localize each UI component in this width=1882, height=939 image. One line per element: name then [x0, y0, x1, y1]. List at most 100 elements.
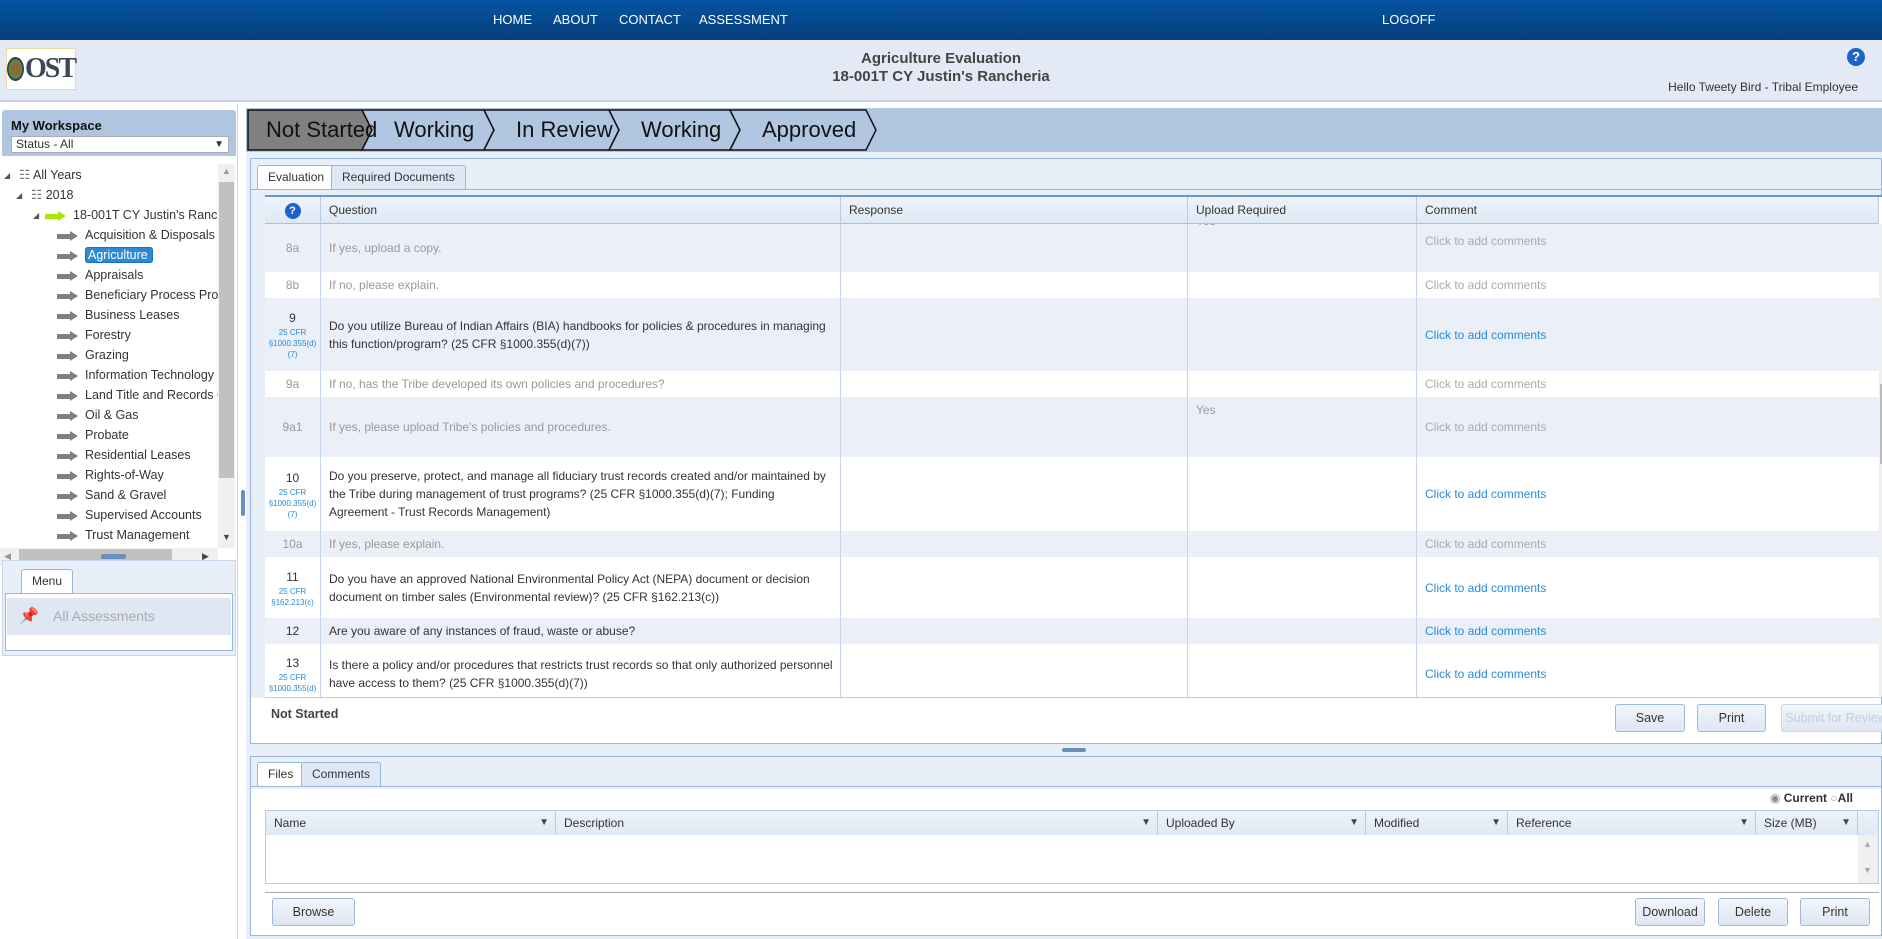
- radio-current[interactable]: ◉: [1770, 791, 1780, 805]
- download-button[interactable]: Download: [1635, 898, 1705, 926]
- tree-node-land-title-and-records-office[interactable]: Land Title and Records Office: [57, 386, 218, 404]
- tree-node-year[interactable]: ☷ 2018: [31, 186, 74, 204]
- scroll-down-icon[interactable]: ▼: [222, 532, 231, 542]
- filter-icon[interactable]: ▼: [539, 811, 549, 835]
- tree-node-rights-of-way[interactable]: Rights-of-Way: [57, 466, 164, 484]
- response-cell[interactable]: [841, 224, 1188, 272]
- help-icon[interactable]: ?: [284, 203, 301, 219]
- radio-all[interactable]: ○: [1830, 791, 1837, 805]
- response-cell[interactable]: [841, 531, 1188, 557]
- splitter-handle[interactable]: [101, 554, 126, 559]
- header-help[interactable]: ?: [265, 197, 321, 224]
- cfr-reference-link[interactable]: 25 CFR §1000.355(d): [265, 672, 320, 694]
- menu-item-all-assessments[interactable]: 📌 All Assessments: [7, 598, 231, 635]
- comment-cell[interactable]: Click to add comments: [1417, 531, 1879, 557]
- response-cell[interactable]: [841, 371, 1188, 397]
- files-header-reference[interactable]: Reference ▼: [1508, 811, 1756, 835]
- response-cell[interactable]: [841, 557, 1188, 618]
- add-comment-link[interactable]: Click to add comments: [1425, 579, 1546, 597]
- comment-cell[interactable]: Click to add comments: [1417, 557, 1879, 618]
- comment-cell[interactable]: Click to add comments: [1417, 371, 1879, 397]
- nav-about[interactable]: ABOUT: [553, 12, 598, 27]
- status-filter-select[interactable]: Status - All ▼: [11, 136, 229, 153]
- nav-home[interactable]: HOME: [493, 12, 532, 27]
- comment-cell[interactable]: Click to add comments: [1417, 397, 1879, 457]
- filter-icon[interactable]: ▼: [1841, 811, 1851, 835]
- filter-icon[interactable]: ▼: [1739, 811, 1749, 835]
- tree-node-beneficiary-process-program[interactable]: Beneficiary Process Program: [57, 286, 218, 304]
- comment-cell[interactable]: Click to add comments: [1417, 272, 1879, 298]
- print-button[interactable]: Print: [1697, 704, 1766, 732]
- header-question[interactable]: Question: [321, 197, 841, 224]
- tree-node-grazing[interactable]: Grazing: [57, 346, 129, 364]
- header-upload-required[interactable]: Upload Required: [1188, 197, 1417, 224]
- add-comment-link[interactable]: Click to add comments: [1425, 326, 1546, 344]
- files-header-size-mb-[interactable]: Size (MB) ▼: [1756, 811, 1858, 835]
- files-header-description[interactable]: Description ▼: [556, 811, 1158, 835]
- add-comment-link[interactable]: Click to add comments: [1425, 665, 1546, 683]
- horizontal-splitter-handle[interactable]: [1062, 748, 1086, 752]
- nav-logoff[interactable]: LOGOFF: [1382, 12, 1435, 27]
- tree-node-business-leases[interactable]: Business Leases: [57, 306, 180, 324]
- response-cell[interactable]: [841, 298, 1188, 371]
- tree-node-appraisals[interactable]: Appraisals: [57, 266, 143, 284]
- tree-node-agriculture[interactable]: Agriculture: [57, 246, 153, 264]
- add-comment-link[interactable]: Click to add comments: [1425, 418, 1546, 436]
- nav-contact[interactable]: CONTACT: [619, 12, 681, 27]
- submit-for-review-button[interactable]: Submit for Review: [1781, 704, 1882, 732]
- files-header-modified[interactable]: Modified ▼: [1366, 811, 1508, 835]
- files-grid-scrollbar[interactable]: ▲ ▼: [1858, 835, 1878, 883]
- files-header-uploaded-by[interactable]: Uploaded By ▼: [1158, 811, 1366, 835]
- header-comment[interactable]: Comment: [1417, 197, 1879, 224]
- tree-node-acquisition-disposals[interactable]: Acquisition & Disposals: [57, 226, 215, 244]
- collapse-icon[interactable]: ◢: [16, 191, 22, 200]
- add-comment-link[interactable]: Click to add comments: [1425, 485, 1546, 503]
- add-comment-link[interactable]: Click to add comments: [1425, 232, 1546, 250]
- vertical-splitter-handle[interactable]: [241, 490, 245, 516]
- tree-node-probate[interactable]: Probate: [57, 426, 129, 444]
- cfr-reference-link[interactable]: 25 CFR §1000.355(d)(7): [265, 327, 320, 360]
- tab-comments[interactable]: Comments: [301, 762, 382, 786]
- tab-evaluation[interactable]: Evaluation: [257, 165, 336, 190]
- files-header-name[interactable]: Name ▼: [266, 811, 556, 835]
- tree-vertical-scrollbar[interactable]: ▲ ▼: [218, 164, 235, 548]
- add-comment-link[interactable]: Click to add comments: [1425, 375, 1546, 393]
- add-comment-link[interactable]: Click to add comments: [1425, 276, 1546, 294]
- add-comment-link[interactable]: Click to add comments: [1425, 535, 1546, 553]
- comment-cell[interactable]: Click to add comments: [1417, 457, 1879, 531]
- collapse-icon[interactable]: ◢: [4, 171, 10, 180]
- radio-current-label[interactable]: Current: [1784, 791, 1827, 805]
- tree-node-residential-leases[interactable]: Residential Leases: [57, 446, 191, 464]
- scroll-down-icon[interactable]: ▼: [1863, 865, 1872, 875]
- save-button[interactable]: Save: [1615, 704, 1685, 732]
- response-cell[interactable]: [841, 272, 1188, 298]
- filter-icon[interactable]: ▼: [1349, 811, 1359, 835]
- tree-node-supervised-accounts[interactable]: Supervised Accounts: [57, 506, 202, 524]
- header-response[interactable]: Response: [841, 197, 1188, 224]
- response-cell[interactable]: [841, 644, 1188, 697]
- filter-icon[interactable]: ▼: [1141, 811, 1151, 835]
- tree-node-forestry[interactable]: Forestry: [57, 326, 131, 344]
- response-cell[interactable]: [841, 457, 1188, 531]
- tab-required-documents[interactable]: Required Documents: [331, 165, 466, 189]
- browse-button[interactable]: Browse: [272, 898, 355, 926]
- comment-cell[interactable]: Click to add comments: [1417, 298, 1879, 371]
- tree-node-assessment[interactable]: 18-001T CY Justin's Rancheria: [45, 206, 218, 224]
- comment-cell[interactable]: Click to add comments: [1417, 224, 1879, 272]
- response-cell[interactable]: [841, 397, 1188, 457]
- tab-files[interactable]: Files: [257, 762, 305, 787]
- filter-icon[interactable]: ▼: [1491, 811, 1501, 835]
- tree-node-sand-gravel[interactable]: Sand & Gravel: [57, 486, 166, 504]
- tree-node-trust-management[interactable]: Trust Management: [57, 526, 189, 544]
- nav-assessment[interactable]: ASSESSMENT: [699, 12, 788, 27]
- tree-node-oil-gas[interactable]: Oil & Gas: [57, 406, 139, 424]
- scroll-up-icon[interactable]: ▲: [222, 166, 231, 176]
- delete-button[interactable]: Delete: [1718, 898, 1788, 926]
- tab-menu[interactable]: Menu: [21, 569, 74, 594]
- cfr-reference-link[interactable]: 25 CFR §162.213(c): [265, 586, 320, 608]
- comment-cell[interactable]: Click to add comments: [1417, 644, 1879, 697]
- cfr-reference-link[interactable]: 25 CFR §1000.355(d)(7): [265, 487, 320, 520]
- scroll-thumb[interactable]: [219, 182, 234, 478]
- files-print-button[interactable]: Print: [1800, 898, 1870, 926]
- comment-cell[interactable]: Click to add comments: [1417, 618, 1879, 644]
